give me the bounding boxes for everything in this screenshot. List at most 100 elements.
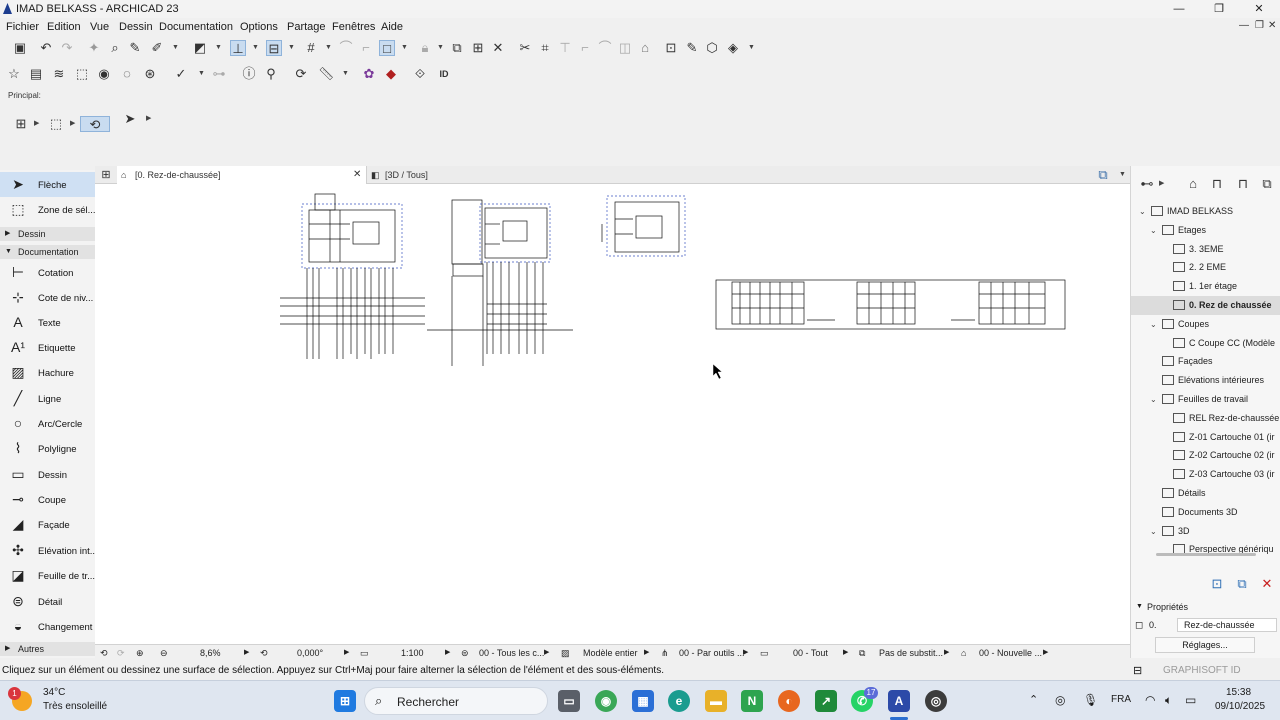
chevron-right-icon[interactable]: ▶ [244, 648, 249, 656]
render-icon[interactable]: ◈ [725, 40, 741, 56]
navigator-item[interactable]: Documents 3D [1131, 503, 1280, 522]
weather-widget[interactable]: 1 [8, 687, 38, 715]
close-tab-icon[interactable]: ✕ [353, 166, 361, 184]
tab-3d[interactable]: ◧ [3D / Tous] [367, 166, 617, 184]
edge-icon[interactable]: e [668, 690, 690, 712]
settings-button[interactable]: Réglages... [1155, 637, 1255, 653]
eyedropper-icon[interactable]: ✎ [127, 40, 143, 56]
menu-options[interactable]: Options [240, 21, 278, 33]
roof-icon[interactable]: ⌂ [637, 40, 653, 56]
solid-ops-icon[interactable]: ⬡ [704, 40, 720, 56]
zoom-in-icon[interactable]: ⊕ [136, 648, 144, 659]
tool-coupe[interactable]: ⊸ Coupe [0, 487, 95, 512]
menu-partage[interactable]: Partage [287, 21, 326, 33]
tab-overview-icon[interactable]: ⊞ [98, 167, 114, 183]
layer-icon[interactable]: ◩ [192, 40, 208, 56]
scale-value[interactable]: 1:100 [401, 648, 424, 658]
navigator-item[interactable]: Détails [1131, 484, 1280, 503]
tool-marquee[interactable]: ⬚ Zone de sél... [0, 197, 95, 222]
split-icon[interactable]: ✂ [517, 40, 533, 56]
fillet-icon[interactable]: ⌐ [577, 40, 593, 56]
chevron-right-icon[interactable]: ▶ [743, 648, 748, 656]
chevron-right-icon[interactable]: ▶ [1159, 176, 1165, 192]
menu-edition[interactable]: Edition [47, 21, 81, 33]
chevron-down-icon[interactable]: ▼ [215, 40, 222, 56]
chevron-up-icon[interactable]: ⌃ [1029, 693, 1038, 706]
nav-scrollbar[interactable] [1131, 552, 1280, 557]
pen-set-value[interactable]: 00 - Par outils ... [679, 648, 745, 658]
calendar-icon[interactable]: ▦ [632, 690, 654, 712]
renovation-value[interactable]: 00 - Nouvelle ... [979, 648, 1042, 658]
chevron-down-icon[interactable]: ▼ [172, 40, 179, 56]
chevron-down-icon[interactable]: ▼ [342, 66, 349, 82]
tab-rez-de-chaussee[interactable]: ⌂ [0. Rez-de-chaussée] ✕ [117, 166, 367, 184]
chevron-down-icon[interactable]: ▼ [748, 40, 755, 56]
pen-set-icon[interactable]: ◆ [383, 66, 399, 82]
chevron-down-icon[interactable]: ▼ [288, 40, 295, 56]
tool-dessin[interactable]: ▭ Dessin [0, 462, 95, 487]
grid-icon[interactable]: # [303, 40, 319, 56]
section-dessin[interactable]: ▶ Dessin [0, 227, 95, 241]
orbit-icon[interactable]: ◌ [119, 66, 135, 82]
navigator-item[interactable]: Elévations intérieures [1131, 371, 1280, 390]
location-icon[interactable]: ◎ [1055, 693, 1065, 707]
chevron-right-icon[interactable]: ▶ [644, 648, 649, 656]
file-explorer-icon[interactable]: ▬ [705, 690, 727, 712]
restore-button[interactable]: ❐ [1204, 0, 1234, 18]
markup-icon[interactable]: ✓ [173, 66, 189, 82]
navigator-item[interactable]: ⌄ IMAD BELKASS [1131, 202, 1280, 221]
magic-wand-icon[interactable]: ✦ [86, 40, 102, 56]
task-view-icon[interactable]: ▭ [558, 690, 580, 712]
weather-temp[interactable]: 34°C [43, 687, 65, 698]
chevron-down-icon[interactable]: ▼ [1119, 167, 1126, 183]
doc-minimize-icon[interactable]: — [1239, 20, 1249, 31]
navigator-item[interactable]: 1. 1er étage [1131, 277, 1280, 296]
navigator-item[interactable]: Z-03 Cartouche 03 (ir [1131, 465, 1280, 484]
tool-hachure[interactable]: ▨ Hachure [0, 360, 95, 385]
navigator-item[interactable]: 2. 2 EME [1131, 258, 1280, 277]
tool-ligne[interactable]: ╱ Ligne [0, 386, 95, 411]
story-name-field[interactable]: Rez-de-chaussée [1177, 618, 1277, 632]
measure-icon[interactable]: ⚲ [263, 66, 279, 82]
windows-start-icon[interactable]: ⊞ [334, 690, 356, 712]
chevron-right-icon[interactable]: ▶ [344, 648, 349, 656]
doc-restore-icon[interactable]: ❐ [1255, 20, 1264, 31]
chevron-right-icon[interactable]: ▶ [544, 648, 549, 656]
override-value[interactable]: Pas de substit... [879, 648, 943, 658]
inject-icon[interactable]: ✐ [149, 40, 165, 56]
dimension-value[interactable]: 00 - Tout [793, 648, 828, 658]
chevron-right-icon[interactable]: ▶ [34, 116, 40, 132]
panel-toggle-icon[interactable]: ⊟ [1133, 664, 1142, 677]
selection-method-icon[interactable]: ⊞ [13, 116, 29, 132]
tool-cotation[interactable]: ⊢ Cotation [0, 260, 95, 285]
align-icon[interactable]: ⊡ [663, 40, 679, 56]
explode-icon[interactable]: ✕ [490, 40, 506, 56]
wifi-icon[interactable]: ◠ [1145, 693, 1155, 707]
chevron-down-icon[interactable]: ▼ [252, 40, 259, 56]
chevron-right-icon[interactable]: ▶ [1043, 648, 1048, 656]
edit-pen-icon[interactable]: ✎ [684, 40, 700, 56]
chevron-down-icon[interactable]: ⌄ [1150, 221, 1157, 240]
clock-date[interactable]: 09/10/2025 [1215, 701, 1265, 712]
tool-feuille-travail[interactable]: ◪ Feuille de tr... [0, 563, 95, 588]
chevron-right-icon[interactable]: ▶ [445, 648, 450, 656]
renovation-icon[interactable]: ⟳ [293, 66, 309, 82]
redo-icon[interactable]: ↷ [59, 40, 75, 56]
chevron-right-icon[interactable]: ▶ [843, 648, 848, 656]
layers-icon[interactable]: ≋ [51, 66, 67, 82]
undo-zoom-icon[interactable]: ⟲ [100, 648, 108, 659]
rotate-icon[interactable]: ⟲ [260, 648, 268, 659]
section-documentation[interactable]: ▼ Documentation [0, 245, 95, 259]
angle-value[interactable]: 0,000° [297, 648, 323, 658]
element-transfer-icon[interactable]: ⟐ [412, 66, 428, 82]
globe-icon[interactable]: ◉ [96, 66, 112, 82]
intersect-icon[interactable]: ⊤ [557, 40, 573, 56]
navigator-item[interactable]: Façades [1131, 352, 1280, 371]
archicad-taskbar-icon[interactable]: A [888, 690, 910, 712]
marquee-mode-icon[interactable]: ⟲ [80, 116, 110, 132]
navigator-item[interactable]: REL Rez-de-chaussée [1131, 409, 1280, 428]
delete-icon[interactable]: ✕ [1259, 576, 1275, 592]
curve-icon[interactable]: ⌒ [597, 40, 613, 56]
suspend-groups-icon[interactable]: ⊞ [470, 40, 486, 56]
chevron-right-icon[interactable]: ▶ [146, 111, 152, 127]
